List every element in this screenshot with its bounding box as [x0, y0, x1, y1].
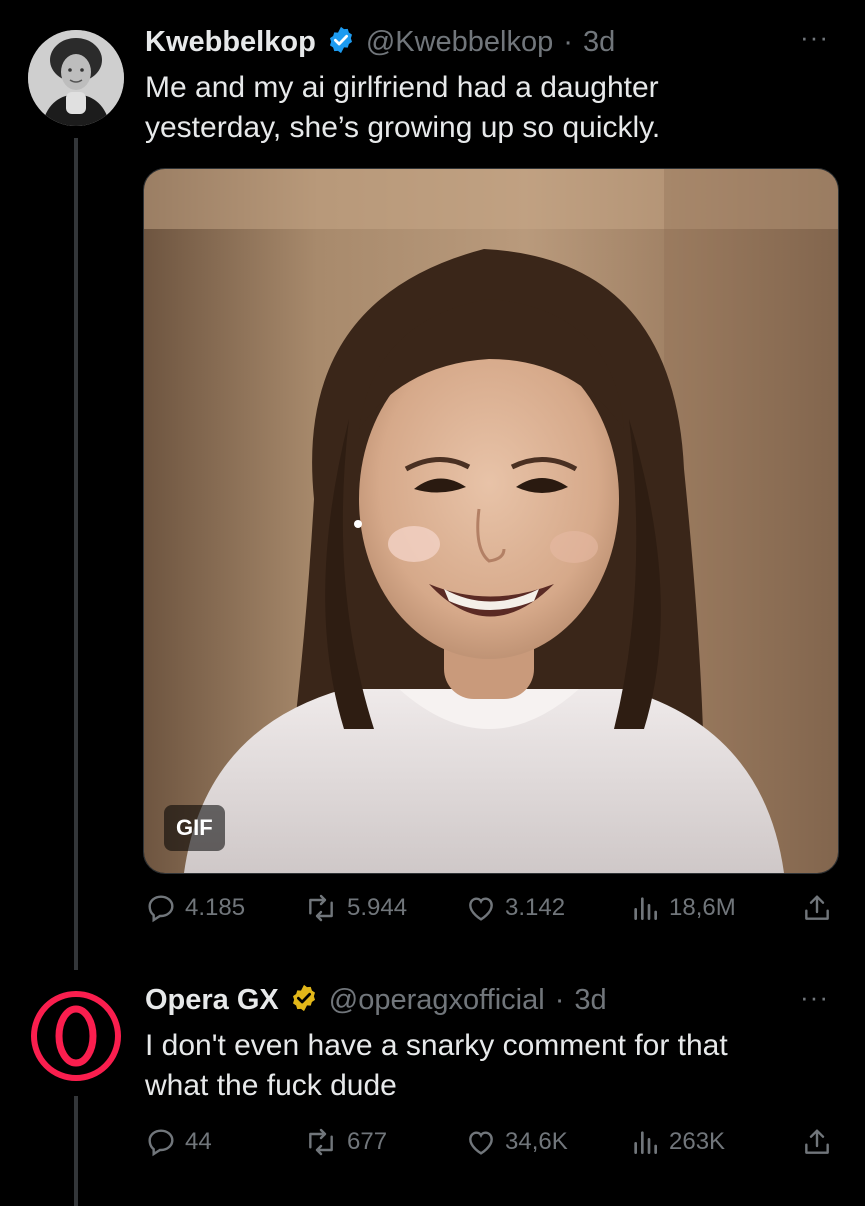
reply-count: 44 [185, 1128, 212, 1155]
tweet-text: Me and my ai girlfriend had a daughter y… [145, 68, 845, 148]
reply-button[interactable]: 44 [145, 1126, 212, 1158]
opera-gx-logo [31, 991, 121, 1081]
repost-icon [303, 892, 339, 924]
views-count: 263K [669, 1128, 726, 1155]
share-icon [801, 892, 833, 924]
views-count: 18,6M [669, 894, 736, 921]
author-handle[interactable]: @Kwebbelkop [366, 26, 553, 59]
views-icon [629, 892, 661, 924]
repost-count: 5.944 [347, 894, 408, 921]
author-handle[interactable]: @operagxofficial [329, 984, 545, 1017]
like-icon [465, 1126, 497, 1158]
verified-badge-icon [289, 983, 319, 1018]
reply-icon [145, 1126, 177, 1158]
like-count: 34,6K [505, 1128, 568, 1155]
more-options-button[interactable]: ··· [800, 982, 829, 1013]
reply-count: 4.185 [185, 894, 246, 921]
timestamp[interactable]: 3d [574, 984, 606, 1017]
tweet-text-line: I don't even have a snarky comment for t… [145, 1029, 728, 1062]
separator-dot: · [554, 983, 565, 1016]
avatar-operagx[interactable] [28, 988, 124, 1084]
gif-badge: GIF [164, 805, 225, 851]
more-options-button[interactable]: ··· [800, 22, 829, 53]
author-name[interactable]: Kwebbelkop [145, 26, 316, 59]
reply-icon [145, 892, 177, 924]
separator-dot: · [563, 25, 573, 58]
gif-image-girl-portrait [144, 169, 838, 873]
tweet-header: Opera GX @operagxofficial · 3d [145, 980, 607, 1020]
tweet-text-line: Me and my ai girlfriend had a daughter [145, 71, 659, 104]
repost-button[interactable]: 5.944 [303, 892, 407, 924]
tweet-text-line: yesterday, she’s growing up so quickly. [145, 111, 661, 144]
views-button[interactable]: 18,6M [629, 892, 736, 924]
repost-icon [303, 1126, 339, 1158]
tweet-header: Kwebbelkop @Kwebbelkop · 3d [145, 22, 615, 62]
avatar-portrait-image [28, 30, 124, 126]
avatar-kwebbelkop[interactable] [28, 30, 124, 126]
like-button[interactable]: 34,6K [465, 1126, 568, 1158]
like-button[interactable]: 3.142 [465, 892, 565, 924]
repost-count: 677 [347, 1128, 388, 1155]
reply-button[interactable]: 4.185 [145, 892, 245, 924]
author-name[interactable]: Opera GX [145, 984, 279, 1017]
like-icon [465, 892, 497, 924]
tweet-kwebbelkop[interactable]: Kwebbelkop @Kwebbelkop · 3d ··· Me and m… [0, 0, 865, 970]
thread-connector-line [74, 138, 78, 970]
verified-badge-icon [326, 25, 356, 60]
timestamp[interactable]: 3d [583, 26, 615, 59]
thread-connector-line-bottom [74, 1096, 78, 1206]
share-button[interactable] [801, 892, 833, 924]
tweet-actions: 4.185 5.944 3.142 18,6M [145, 892, 835, 932]
repost-button[interactable]: 677 [303, 1126, 387, 1158]
share-button[interactable] [801, 1126, 833, 1158]
views-icon [629, 1126, 661, 1158]
tweet-text-line: what the fuck dude [145, 1069, 397, 1102]
tweet-text: I don't even have a snarky comment for t… [145, 1026, 845, 1106]
like-count: 3.142 [505, 894, 566, 921]
tweet-operagx-reply[interactable]: Opera GX @operagxofficial · 3d ··· I don… [0, 960, 865, 1206]
tweet-actions: 44 677 34,6K 263K [145, 1126, 835, 1166]
views-button[interactable]: 263K [629, 1126, 725, 1158]
share-icon [801, 1126, 833, 1158]
tweet-media-gif[interactable]: GIF [143, 168, 839, 874]
